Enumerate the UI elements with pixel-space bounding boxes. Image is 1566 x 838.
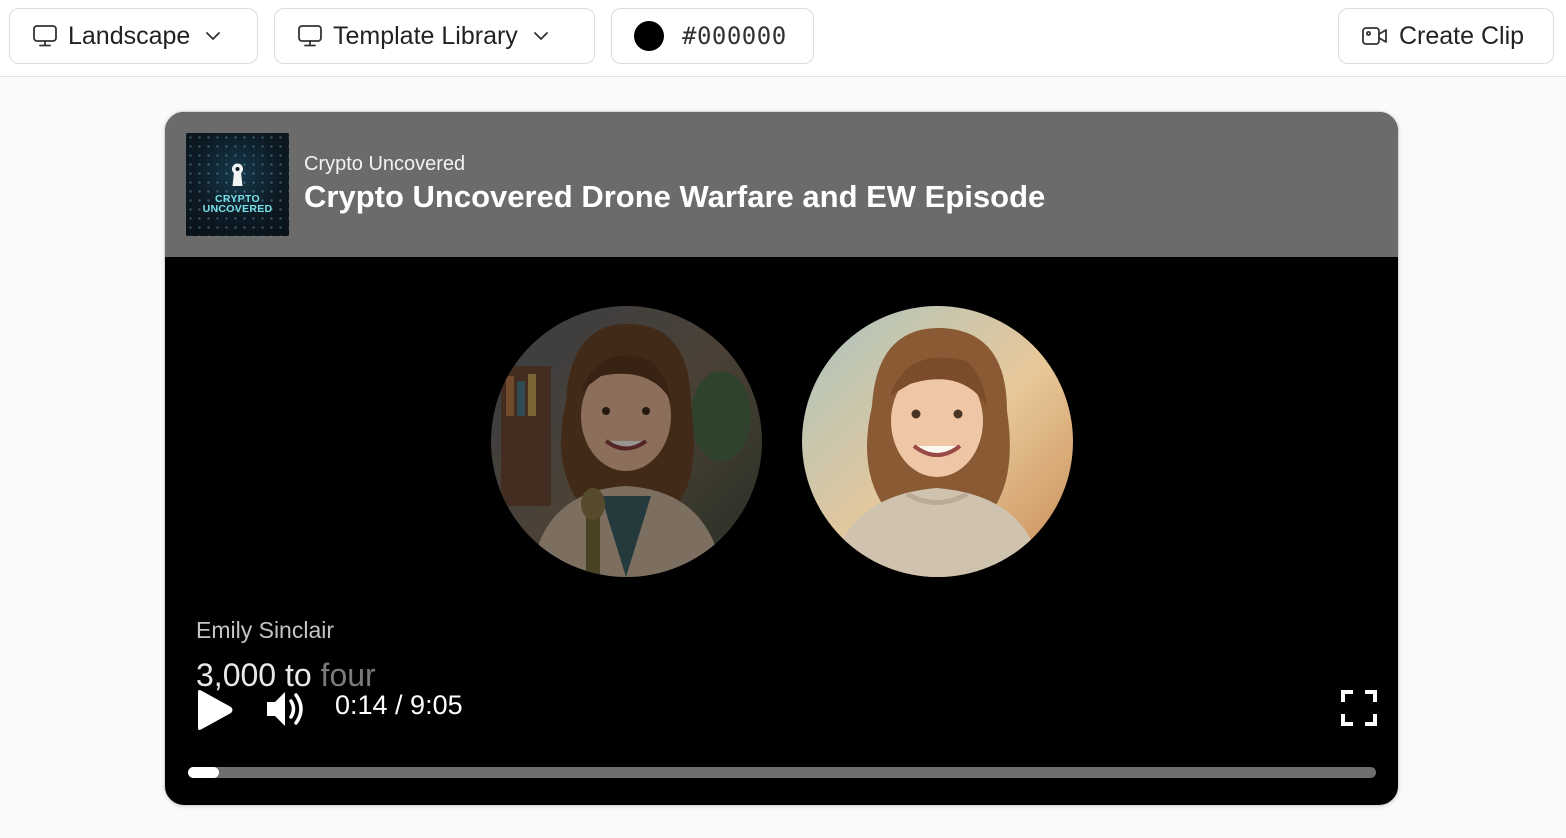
color-swatch xyxy=(634,21,664,51)
template-library-dropdown[interactable]: Template Library xyxy=(274,8,595,64)
progress-bar[interactable] xyxy=(188,767,1376,778)
color-hex-value: #000000 xyxy=(682,22,787,50)
create-clip-button[interactable]: Create Clip xyxy=(1338,8,1554,64)
create-clip-label: Create Clip xyxy=(1399,21,1525,50)
orientation-dropdown[interactable]: Landscape xyxy=(9,8,258,64)
top-toolbar: Landscape Template Library #000000 Creat… xyxy=(0,0,1566,77)
volume-icon[interactable] xyxy=(265,688,309,730)
speaker-avatar xyxy=(491,306,762,577)
background-color-picker[interactable]: #000000 xyxy=(611,8,814,64)
podcast-cover-art: CRYPTO UNCOVERED xyxy=(186,133,289,236)
playback-time: 0:14 / 9:05 xyxy=(335,690,463,720)
video-camera-icon xyxy=(1362,27,1387,45)
keyhole-icon xyxy=(232,163,243,186)
speaker-avatar xyxy=(802,306,1073,577)
fullscreen-icon[interactable] xyxy=(1341,690,1377,726)
chevron-down-icon xyxy=(533,32,548,40)
episode-header: CRYPTO UNCOVERED Crypto Uncovered Crypto… xyxy=(165,112,1398,257)
episode-title: Crypto Uncovered Drone Warfare and EW Ep… xyxy=(304,179,1046,214)
cover-art-text: UNCOVERED xyxy=(202,203,273,215)
speaker-name: Emily Sinclair xyxy=(196,617,335,643)
template-library-label: Template Library xyxy=(333,21,518,50)
caption-pending-words: four xyxy=(311,657,376,693)
clip-preview-player: CRYPTO UNCOVERED Crypto Uncovered Crypto… xyxy=(164,111,1399,806)
podcast-name: Crypto Uncovered xyxy=(304,153,466,175)
monitor-icon xyxy=(298,25,322,47)
monitor-icon xyxy=(33,25,57,47)
orientation-label: Landscape xyxy=(68,21,191,50)
play-icon[interactable] xyxy=(193,689,235,731)
progress-fill xyxy=(188,767,219,778)
chevron-down-icon xyxy=(206,32,221,40)
